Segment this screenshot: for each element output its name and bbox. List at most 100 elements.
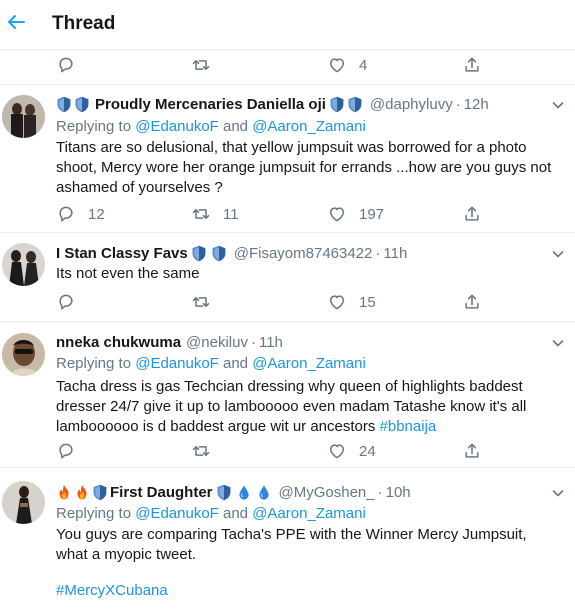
share-button[interactable] <box>462 289 482 315</box>
tweet[interactable]: nneka chukwuma @nekiluv · 11h Replying t… <box>0 322 575 468</box>
share-icon <box>462 204 482 224</box>
share-icon <box>462 55 482 75</box>
retweet-icon <box>191 441 211 461</box>
retweet-button[interactable] <box>191 438 223 464</box>
heart-icon <box>327 441 347 461</box>
reply-icon <box>56 292 76 312</box>
reply-button[interactable] <box>56 52 88 78</box>
share-button[interactable] <box>462 438 482 464</box>
tweet-header: nneka chukwuma @nekiluv · 11h <box>56 333 283 351</box>
user-handle[interactable]: @nekiluv <box>186 334 248 351</box>
chevron-down-icon[interactable] <box>551 336 565 350</box>
retweet-button[interactable] <box>191 289 223 315</box>
avatar[interactable] <box>2 481 45 524</box>
like-button[interactable]: 4 <box>327 52 367 78</box>
tweet[interactable]: I Stan Classy Favs @Fisayom87463422 · 11… <box>0 233 575 322</box>
replying-to: Replying to @EdanukoF and @Aaron_Zamani <box>56 355 366 372</box>
tweet-text: Its not even the same <box>56 265 200 282</box>
reply-button[interactable] <box>56 289 88 315</box>
mention-link[interactable]: @Aaron_Zamani <box>252 355 366 372</box>
retweet-icon <box>191 292 211 312</box>
retweet-button[interactable] <box>191 52 211 78</box>
retweet-button[interactable]: 11 <box>191 201 239 227</box>
retweet-icon <box>191 55 211 75</box>
avatar[interactable] <box>2 95 45 138</box>
timestamp[interactable]: 11h <box>259 334 283 351</box>
timestamp[interactable]: 12h <box>464 96 489 113</box>
hashtag-line: #MercyXCubana <box>56 581 561 601</box>
heart-icon <box>327 204 347 224</box>
reply-icon <box>56 55 76 75</box>
back-arrow-icon[interactable] <box>4 10 28 34</box>
tweet-header: First Daughter @MyGoshen_ · 10h <box>56 482 411 502</box>
retweet-count: 11 <box>223 205 239 223</box>
like-count: 15 <box>359 293 376 311</box>
replying-to: Replying to @EdanukoF and @Aaron_Zamani <box>56 118 366 135</box>
reply-button[interactable] <box>56 438 88 464</box>
retweet-icon <box>191 204 211 224</box>
reply-icon <box>56 441 76 461</box>
tweet-actions: 24 <box>0 438 575 464</box>
reply-icon <box>56 204 76 224</box>
share-icon <box>462 441 482 461</box>
tweet-actions: 12 11 197 <box>0 201 575 227</box>
tweet-text: Titans are so delusional, that yellow ju… <box>56 139 552 196</box>
tweet-actions: 15 <box>0 289 575 315</box>
user-handle[interactable]: @Fisayom87463422 <box>234 245 373 262</box>
display-name[interactable]: Proudly Mercenaries Daniella oji <box>95 96 326 113</box>
mention-link[interactable]: @EdanukoF <box>135 355 219 372</box>
like-button[interactable]: 197 <box>327 201 384 227</box>
like-button[interactable]: 24 <box>327 438 376 464</box>
reply-count: 12 <box>88 205 105 223</box>
mention-link[interactable]: @Aaron_Zamani <box>252 118 366 135</box>
mention-link[interactable]: @EdanukoF <box>135 118 219 135</box>
droplet-icon <box>256 484 272 501</box>
mention-link[interactable]: @Aaron_Zamani <box>252 505 366 522</box>
shield-icon <box>347 96 363 113</box>
chevron-down-icon[interactable] <box>551 486 565 500</box>
share-button[interactable] <box>462 201 482 227</box>
shield-icon <box>216 484 232 501</box>
tweet-header: I Stan Classy Favs @Fisayom87463422 · 11… <box>56 244 408 262</box>
user-handle[interactable]: @MyGoshen_ <box>279 484 375 501</box>
user-handle[interactable]: @daphyluvy <box>370 96 453 113</box>
shield-icon <box>329 96 345 113</box>
avatar[interactable] <box>2 243 45 286</box>
hashtag-link[interactable]: #bbnaija <box>380 418 437 435</box>
page-title: Thread <box>52 13 116 34</box>
heart-icon <box>327 55 347 75</box>
timestamp[interactable]: 10h <box>386 484 411 501</box>
tweet-text: You guys are comparing Tacha's PPE with … <box>56 526 527 563</box>
display-name[interactable]: I Stan Classy Favs <box>56 245 188 262</box>
like-count: 4 <box>359 56 368 74</box>
shield-icon <box>92 484 108 501</box>
tweet[interactable]: Proudly Mercenaries Daniella oji @daphyl… <box>0 85 575 233</box>
replying-to: Replying to @EdanukoF and @Aaron_Zamani <box>56 505 366 522</box>
share-icon <box>462 292 482 312</box>
timestamp[interactable]: 11h <box>383 245 407 262</box>
like-count: 197 <box>359 205 385 223</box>
hashtag-link[interactable]: #MercyXCubana <box>56 582 168 599</box>
display-name[interactable]: First Daughter <box>110 484 213 501</box>
parent-tweet-actions: 4 <box>0 52 575 78</box>
thread-header: Thread <box>0 0 575 50</box>
heart-icon <box>327 292 347 312</box>
droplet-icon <box>236 484 252 501</box>
share-button[interactable] <box>462 52 482 78</box>
avatar[interactable] <box>2 333 45 376</box>
tweet[interactable]: First Daughter @MyGoshen_ · 10h Replying… <box>0 468 575 615</box>
chevron-down-icon[interactable] <box>551 98 565 112</box>
mention-link[interactable]: @EdanukoF <box>135 505 219 522</box>
fire-icon <box>56 484 72 501</box>
shield-icon <box>56 96 72 113</box>
shield-icon <box>74 96 90 113</box>
tweet-header: Proudly Mercenaries Daniella oji @daphyl… <box>56 94 489 114</box>
shield-icon <box>211 245 227 262</box>
fire-icon <box>74 484 90 501</box>
like-count: 24 <box>359 442 376 460</box>
reply-button[interactable]: 12 <box>56 201 105 227</box>
display-name[interactable]: nneka chukwuma <box>56 334 181 351</box>
like-button[interactable]: 15 <box>327 289 376 315</box>
chevron-down-icon[interactable] <box>551 247 565 261</box>
shield-icon <box>191 245 207 262</box>
